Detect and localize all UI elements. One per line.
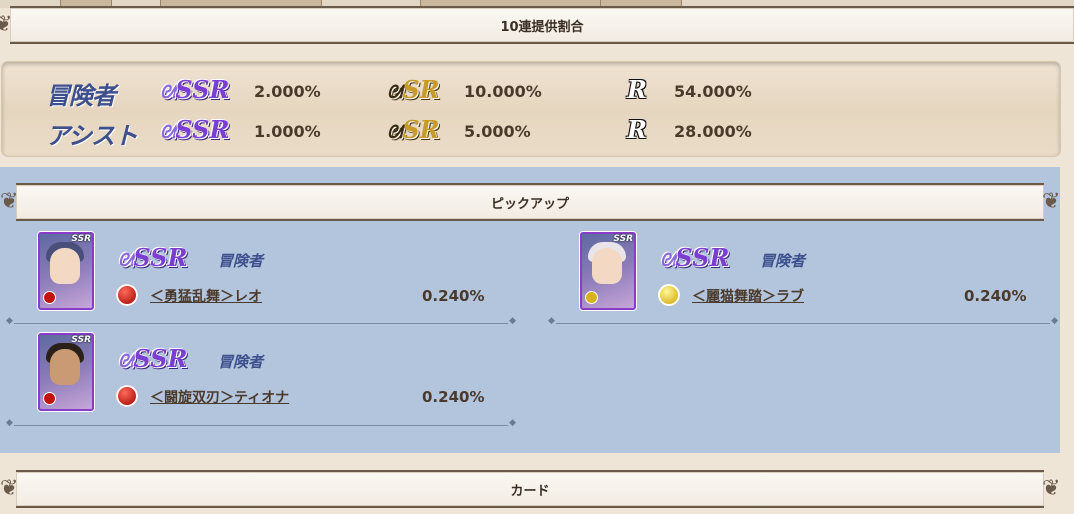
r-rate: 54.000%: [674, 82, 752, 101]
card-face: [592, 248, 622, 284]
ornament-left-icon: ❦: [0, 12, 13, 37]
ornament-left-icon: ❦: [0, 189, 19, 214]
character-card-thumbnail[interactable]: SSR: [580, 232, 636, 310]
pickup-item: SSR ᘛSSR 冒険者 ＜闘旋双刃＞ティオナ 0.240%: [38, 333, 518, 413]
character-card-thumbnail[interactable]: SSR: [38, 232, 94, 310]
rates-panel: 冒険者 ᘛSSR 2.000% ᘛSR 10.000% R 54.000% アシ…: [2, 62, 1060, 156]
character-name-link[interactable]: ＜闘旋双刃＞ティオナ: [150, 387, 289, 407]
sr-rank-icon: ᘛSR: [387, 75, 440, 104]
card-section-title: カード: [510, 483, 550, 499]
card-rarity-tag: SSR: [71, 234, 91, 244]
card-rarity-tag: SSR: [71, 335, 91, 345]
r-rank-icon: R: [627, 115, 647, 144]
pickup-rate: 0.240%: [964, 287, 1027, 305]
character-type: 冒険者: [218, 353, 264, 371]
rates-section-title: 10連提供割合: [500, 19, 584, 35]
ssr-rank-icon: ᘛSSR: [118, 243, 188, 272]
rate-row-adventurer: 冒険者 ᘛSSR 2.000% ᘛSR 10.000% R 54.000%: [2, 70, 1060, 111]
r-rate: 28.000%: [674, 122, 752, 141]
light-element-icon: [585, 291, 598, 304]
pickup-rate: 0.240%: [422, 287, 485, 305]
fire-element-icon: [43, 291, 56, 304]
ssr-rank-icon: ᘛSSR: [660, 243, 730, 272]
sr-rate: 5.000%: [464, 122, 531, 141]
fire-element-icon: [116, 385, 138, 407]
ssr-rate: 2.000%: [254, 82, 321, 101]
card-section-header: ❦ カード ❦: [0, 470, 1060, 508]
category-label: アシスト: [46, 122, 138, 150]
pickup-section-header: ❦ ピックアップ ❦: [0, 183, 1060, 221]
ornament-right-icon: ❦: [1042, 189, 1061, 214]
ssr-rank-icon: ᘛSSR: [118, 344, 188, 373]
category-label: 冒険者: [46, 82, 116, 110]
character-name-link[interactable]: ＜勇猛乱舞＞レオ: [150, 286, 262, 306]
light-element-icon: [658, 284, 680, 306]
fire-element-icon: [116, 284, 138, 306]
ssr-rank-icon: ᘛSSR: [160, 115, 230, 144]
ornament-right-icon: ❦: [1042, 476, 1061, 501]
card-face: [50, 349, 80, 385]
character-card-thumbnail[interactable]: SSR: [38, 333, 94, 411]
character-type: 冒険者: [218, 252, 264, 270]
fire-element-icon: [43, 392, 56, 405]
pickup-section-title: ピックアップ: [490, 196, 569, 212]
pickup-item: SSR ᘛSSR 冒険者 ＜麗猫舞踏＞ラブ 0.240%: [580, 232, 1050, 312]
sr-rate: 10.000%: [464, 82, 542, 101]
divider: [6, 418, 516, 428]
divider: [548, 316, 1058, 326]
card-face: [50, 248, 80, 284]
sr-rank-icon: ᘛSR: [387, 115, 440, 144]
pickup-item: SSR ᘛSSR 冒険者 ＜勇猛乱舞＞レオ 0.240%: [38, 232, 518, 312]
pickup-panel: ❦ ピックアップ ❦ SSR ᘛSSR 冒険者 ＜勇猛乱舞＞レオ 0.240% …: [0, 167, 1060, 453]
rates-section-header: ❦ 10連提供割合: [0, 6, 1074, 44]
ssr-rate: 1.000%: [254, 122, 321, 141]
ornament-left-icon: ❦: [0, 476, 19, 501]
character-type: 冒険者: [760, 252, 806, 270]
card-rarity-tag: SSR: [613, 234, 633, 244]
ssr-rank-icon: ᘛSSR: [160, 75, 230, 104]
divider: [6, 316, 516, 326]
pickup-rate: 0.240%: [422, 388, 485, 406]
r-rank-icon: R: [627, 75, 647, 104]
character-name-link[interactable]: ＜麗猫舞踏＞ラブ: [692, 286, 804, 306]
rate-row-assist: アシスト ᘛSSR 1.000% ᘛSR 5.000% R 28.000%: [2, 110, 1060, 151]
